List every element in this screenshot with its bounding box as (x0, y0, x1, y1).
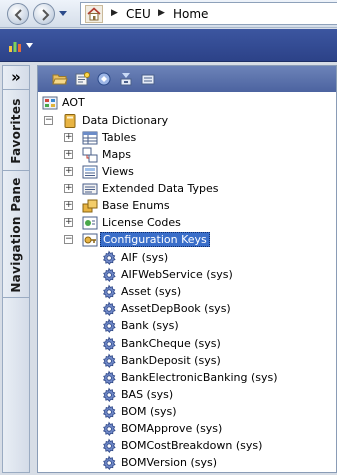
gear-key-icon (102, 455, 116, 471)
gear-key-icon (102, 370, 116, 385)
configuration-key-label: BankCheque (sys) (121, 336, 221, 350)
tree-node-label: Extended Data Types (102, 182, 219, 195)
tab-favorites[interactable]: Favorites (3, 91, 29, 171)
configuration-key-label: AssetDepBook (sys) (121, 302, 231, 316)
gear-key-icon (102, 387, 116, 402)
configuration-key-label: AIFWebService (sys) (121, 268, 233, 282)
tree-node-label: Views (102, 165, 134, 178)
gear-key-icon (102, 284, 116, 300)
configuration-key-label: BankElectronicBanking (sys) (121, 370, 278, 384)
compile-icon[interactable] (96, 71, 112, 87)
base-enums-icon (82, 199, 98, 213)
breadcrumb[interactable]: ▶ CEU ▶ Home (80, 2, 337, 25)
maps-icon (82, 147, 98, 163)
license-codes-icon (82, 216, 98, 230)
expand-toggle-icon[interactable]: + (64, 167, 73, 176)
tree-node-label: Data Dictionary (82, 114, 169, 127)
tree-node-label: Maps (102, 148, 131, 161)
gear-key-icon (102, 301, 116, 317)
configuration-key-label: Bank (sys) (121, 319, 179, 333)
configuration-key-label: Asset (sys) (121, 285, 182, 299)
tree-node-label: License Codes (102, 216, 181, 229)
forward-arrow-icon (42, 9, 50, 21)
back-arrow-icon (14, 9, 22, 21)
expand-toggle-icon[interactable]: + (64, 201, 73, 210)
breadcrumb-separator-icon[interactable]: ▶ (111, 8, 118, 18)
back-button[interactable] (7, 3, 29, 25)
configuration-key-label: BOMApprove (sys) (121, 422, 223, 435)
breadcrumb-separator-icon[interactable]: ▶ (158, 8, 165, 18)
tab-favorites-label: Favorites (9, 97, 23, 164)
tab-navigation-pane[interactable]: Navigation Pane (3, 172, 29, 298)
breadcrumb-item-home[interactable]: Home (173, 7, 208, 21)
address-bar: ▶ CEU ▶ Home (0, 0, 337, 28)
gear-key-icon (102, 250, 116, 265)
export-icon[interactable] (140, 71, 156, 87)
gear-key-icon (102, 438, 116, 454)
gear-key-icon (102, 267, 116, 283)
aot-window: AOT − Data Dictionary + Tables + Maps + … (37, 65, 337, 473)
application-toolbar (0, 29, 337, 62)
tree-node-label: Base Enums (102, 199, 170, 212)
tree-node-label: Tables (102, 131, 137, 144)
gear-key-icon (102, 336, 116, 351)
expand-pane-button[interactable]: » (3, 66, 29, 90)
expand-toggle-icon[interactable]: + (64, 150, 73, 159)
collapse-toggle-icon[interactable]: − (64, 235, 73, 244)
expand-toggle-icon[interactable]: + (64, 218, 73, 227)
data-dictionary-icon (64, 114, 76, 128)
tables-icon (82, 131, 98, 145)
gear-key-icon (102, 404, 116, 419)
breadcrumb-item-ceu[interactable]: CEU (126, 7, 151, 21)
configuration-key-label: BOMCostBreakdown (sys) (121, 439, 263, 453)
open-folder-icon[interactable] (52, 71, 68, 87)
navigation-side-strip: » Favorites Navigation Pane (2, 65, 30, 473)
gear-key-icon (102, 318, 116, 334)
views-icon (82, 165, 98, 179)
history-dropdown-icon[interactable] (58, 8, 68, 18)
import-icon[interactable] (118, 71, 134, 87)
properties-icon[interactable] (74, 71, 90, 87)
configuration-key-label: BOMVersion (sys) (121, 456, 218, 470)
tree-node-label: AOT (62, 96, 85, 109)
expand-toggle-icon[interactable]: + (64, 133, 73, 142)
configuration-keys-icon (82, 233, 98, 247)
home-icon[interactable] (85, 5, 103, 23)
tree-node-label-selected: Configuration Keys (100, 232, 210, 247)
gear-key-icon (102, 421, 116, 436)
configuration-key-label: BankDeposit (sys) (121, 353, 221, 367)
configuration-key-label: AIF (sys) (121, 251, 169, 264)
expand-toggle-icon[interactable]: + (64, 184, 73, 193)
collapse-toggle-icon[interactable]: − (44, 116, 53, 125)
aot-root-icon (42, 96, 58, 110)
configuration-key-label: BAS (sys) (121, 387, 174, 401)
configuration-key-label: BOM (sys) (121, 404, 177, 418)
extended-data-types-icon (82, 183, 98, 195)
gear-key-icon (102, 353, 116, 368)
forward-button[interactable] (33, 3, 55, 25)
dynamics-logo-icon[interactable] (8, 39, 22, 53)
app-menu-dropdown-icon[interactable] (26, 43, 33, 48)
tab-navigation-pane-label: Navigation Pane (9, 176, 23, 293)
aot-toolbar (38, 66, 336, 92)
